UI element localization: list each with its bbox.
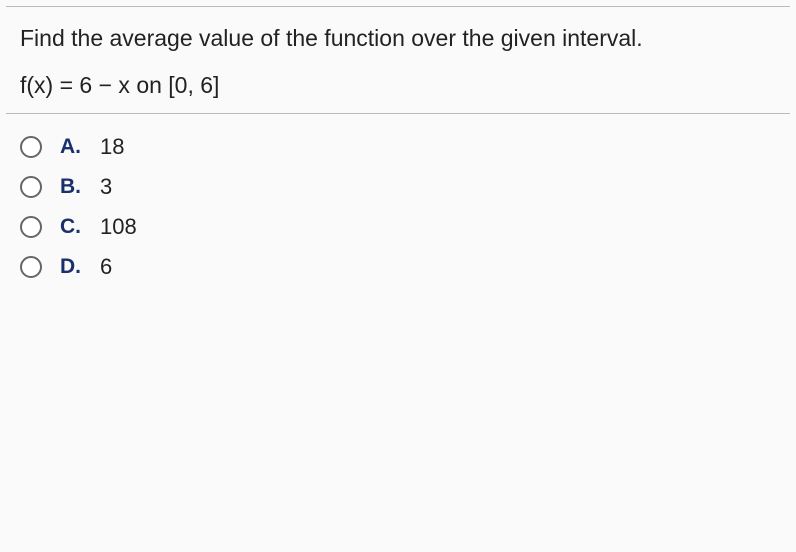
radio-icon[interactable] — [20, 136, 42, 158]
option-value: 6 — [100, 254, 112, 280]
question-equation: f(x) = 6 − x on [0, 6] — [20, 72, 776, 99]
option-b[interactable]: B. 3 — [20, 174, 776, 200]
option-value: 18 — [100, 134, 124, 160]
options-list: A. 18 B. 3 C. 108 D. 6 — [6, 114, 790, 308]
option-letter: A. — [60, 135, 94, 159]
option-letter: B. — [60, 175, 94, 199]
question-block: Find the average value of the function o… — [6, 7, 790, 114]
option-letter: C. — [60, 215, 94, 239]
option-c[interactable]: C. 108 — [20, 214, 776, 240]
option-value: 108 — [100, 214, 137, 240]
option-letter: D. — [60, 255, 94, 279]
option-d[interactable]: D. 6 — [20, 254, 776, 280]
option-value: 3 — [100, 174, 112, 200]
radio-icon[interactable] — [20, 216, 42, 238]
radio-icon[interactable] — [20, 176, 42, 198]
option-a[interactable]: A. 18 — [20, 134, 776, 160]
radio-icon[interactable] — [20, 256, 42, 278]
question-prompt: Find the average value of the function o… — [20, 25, 776, 52]
question-container: Find the average value of the function o… — [6, 6, 790, 308]
